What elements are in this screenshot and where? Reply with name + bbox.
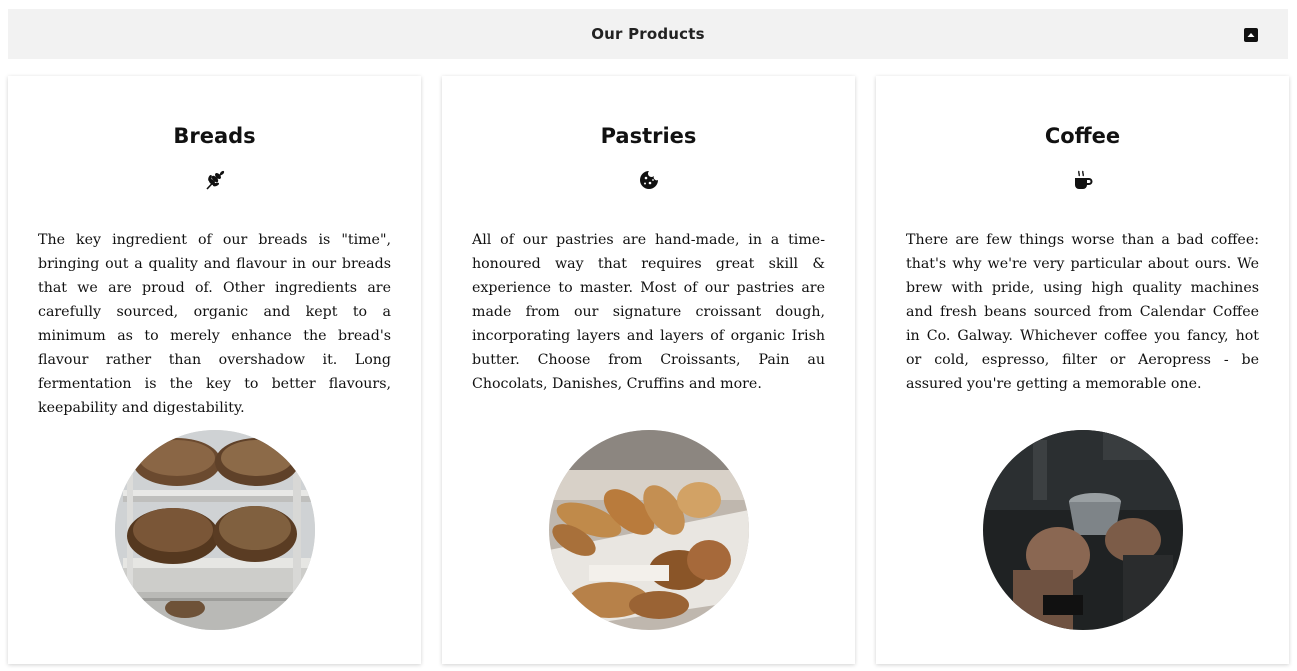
product-cards: Breads The key ingredient of our breads …	[8, 76, 1289, 664]
header-title: Our Products	[591, 25, 705, 43]
product-card-coffee: Coffee There are few things worse than a…	[876, 76, 1289, 664]
breads-photo	[114, 430, 315, 630]
product-title: Coffee	[1044, 124, 1121, 148]
coffee-cup-icon	[1071, 168, 1095, 192]
cookie-icon	[637, 168, 661, 192]
product-card-pastries: Pastries All of our pastries are hand-ma…	[442, 76, 855, 664]
products-header: Our Products	[8, 9, 1288, 59]
product-card-breads: Breads The key ingredient of our breads …	[8, 76, 421, 664]
pastries-photo	[548, 430, 749, 630]
product-description: All of our pastries are hand-made, in a …	[472, 232, 825, 392]
product-title: Pastries	[600, 124, 697, 148]
wheat-icon	[203, 168, 227, 192]
product-title: Breads	[173, 124, 256, 148]
caret-up-icon	[1247, 33, 1255, 37]
coffee-photo	[982, 430, 1183, 630]
products-page: Our Products Breads The key ingredient o…	[0, 0, 1297, 671]
product-description: The key ingredient of our breads is "tim…	[38, 232, 391, 416]
product-description: There are few things worse than a bad co…	[906, 232, 1259, 392]
collapse-toggle-button[interactable]	[1244, 28, 1258, 42]
